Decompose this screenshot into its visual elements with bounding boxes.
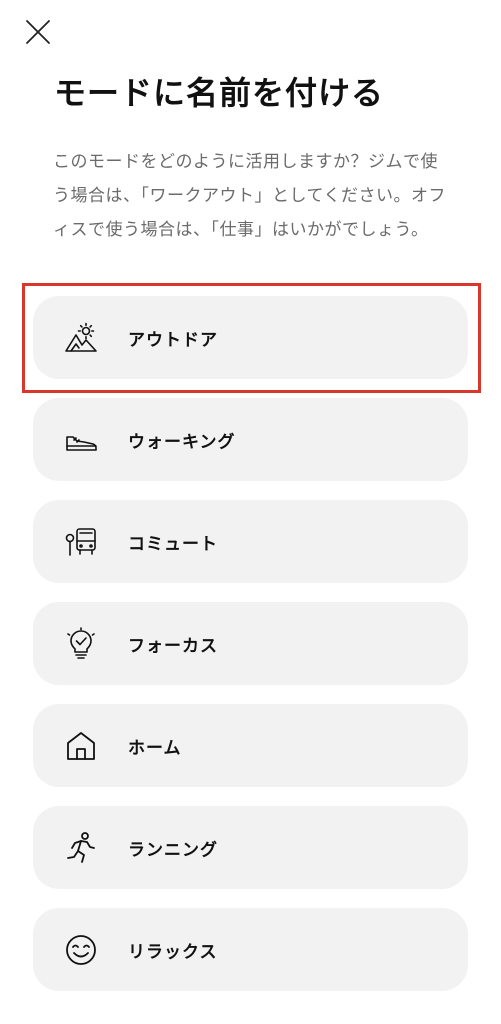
mode-item-home[interactable]: ホーム: [33, 704, 468, 787]
mode-item-relax[interactable]: リラックス: [33, 908, 468, 991]
bus-stop-icon: [63, 524, 99, 560]
page-title: モードに名前を付ける: [54, 74, 385, 112]
mode-item-focus[interactable]: フォーカス: [33, 602, 468, 685]
mode-name-screen: モードに名前を付ける このモードをどのように活用しますか？ジムで使う場合は、「ワ…: [0, 0, 501, 1024]
mode-item-label: コミュート: [128, 534, 218, 554]
house-icon: [63, 728, 99, 764]
page-description: このモードをどのように活用しますか？ジムで使う場合は、「ワークアウト」としてくだ…: [53, 152, 446, 240]
sneaker-icon: [63, 422, 99, 458]
mode-item-label: ホーム: [128, 738, 182, 758]
mode-item-label: ランニング: [128, 840, 218, 860]
mode-item-label: フォーカス: [128, 636, 218, 656]
mode-item-commute[interactable]: コミュート: [33, 500, 468, 583]
mode-list: アウトドア ウォーキング コミュート フォーカス ホーム ランニング リラックス: [33, 296, 468, 1010]
outdoor-mountain-sun-icon: [63, 320, 99, 356]
mode-item-label: アウトドア: [128, 330, 218, 350]
close-button[interactable]: [18, 12, 58, 52]
mode-item-outdoor[interactable]: アウトドア: [33, 296, 468, 379]
mode-item-label: ウォーキング: [128, 432, 236, 452]
lightbulb-check-icon: [63, 626, 99, 662]
runner-icon: [63, 830, 99, 866]
mode-item-label: リラックス: [128, 942, 218, 962]
smile-icon: [63, 932, 99, 968]
close-icon: [26, 20, 50, 44]
mode-item-walking[interactable]: ウォーキング: [33, 398, 468, 481]
mode-item-running[interactable]: ランニング: [33, 806, 468, 889]
